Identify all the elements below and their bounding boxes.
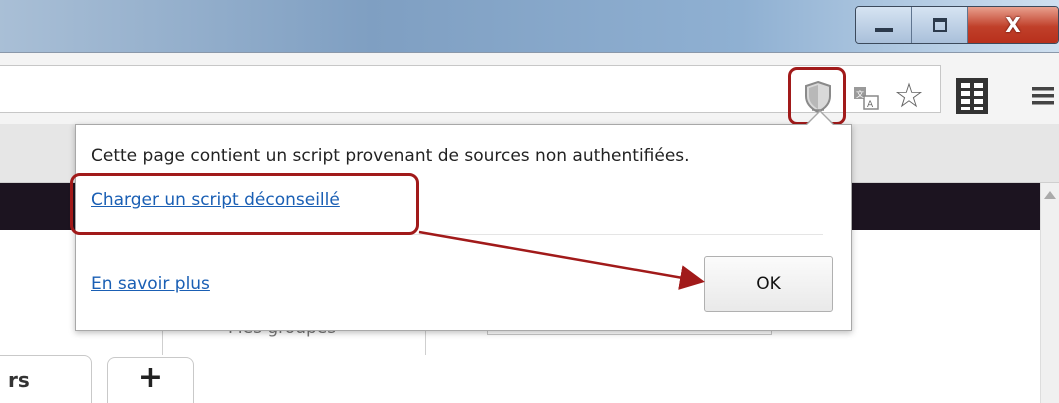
minimize-icon	[874, 28, 893, 32]
add-tab-button[interactable]: +	[107, 357, 194, 403]
restore-icon	[932, 18, 947, 32]
extension-icon[interactable]	[952, 75, 992, 117]
scroll-up-icon[interactable]	[1044, 191, 1056, 199]
ok-button[interactable]: OK	[704, 256, 833, 312]
svg-text:文: 文	[856, 89, 864, 99]
browser-toolbar: A 文 ☆	[0, 52, 1059, 125]
link-highlight-annotation	[70, 173, 419, 235]
learn-more-link[interactable]: En savoir plus	[91, 274, 210, 294]
close-button[interactable]: X	[968, 7, 1058, 43]
popup-message: Cette page contient un script provenant …	[91, 146, 690, 166]
star-icon[interactable]: ☆	[890, 76, 928, 116]
scrollbar[interactable]	[1040, 183, 1059, 403]
popup-arrow-fill	[807, 112, 833, 125]
svg-text:A: A	[867, 100, 874, 110]
window-controls: X	[855, 6, 1059, 44]
plus-icon: +	[137, 360, 164, 395]
translate-icon[interactable]: A 文	[851, 83, 881, 113]
page-tab[interactable]: rs	[0, 355, 92, 403]
menu-icon[interactable]	[1028, 81, 1058, 111]
restore-button[interactable]	[912, 7, 968, 43]
page-tab-label: rs	[8, 367, 30, 392]
minimize-button[interactable]	[856, 7, 912, 43]
close-icon: X	[1005, 13, 1021, 37]
title-bar: X	[0, 0, 1059, 52]
